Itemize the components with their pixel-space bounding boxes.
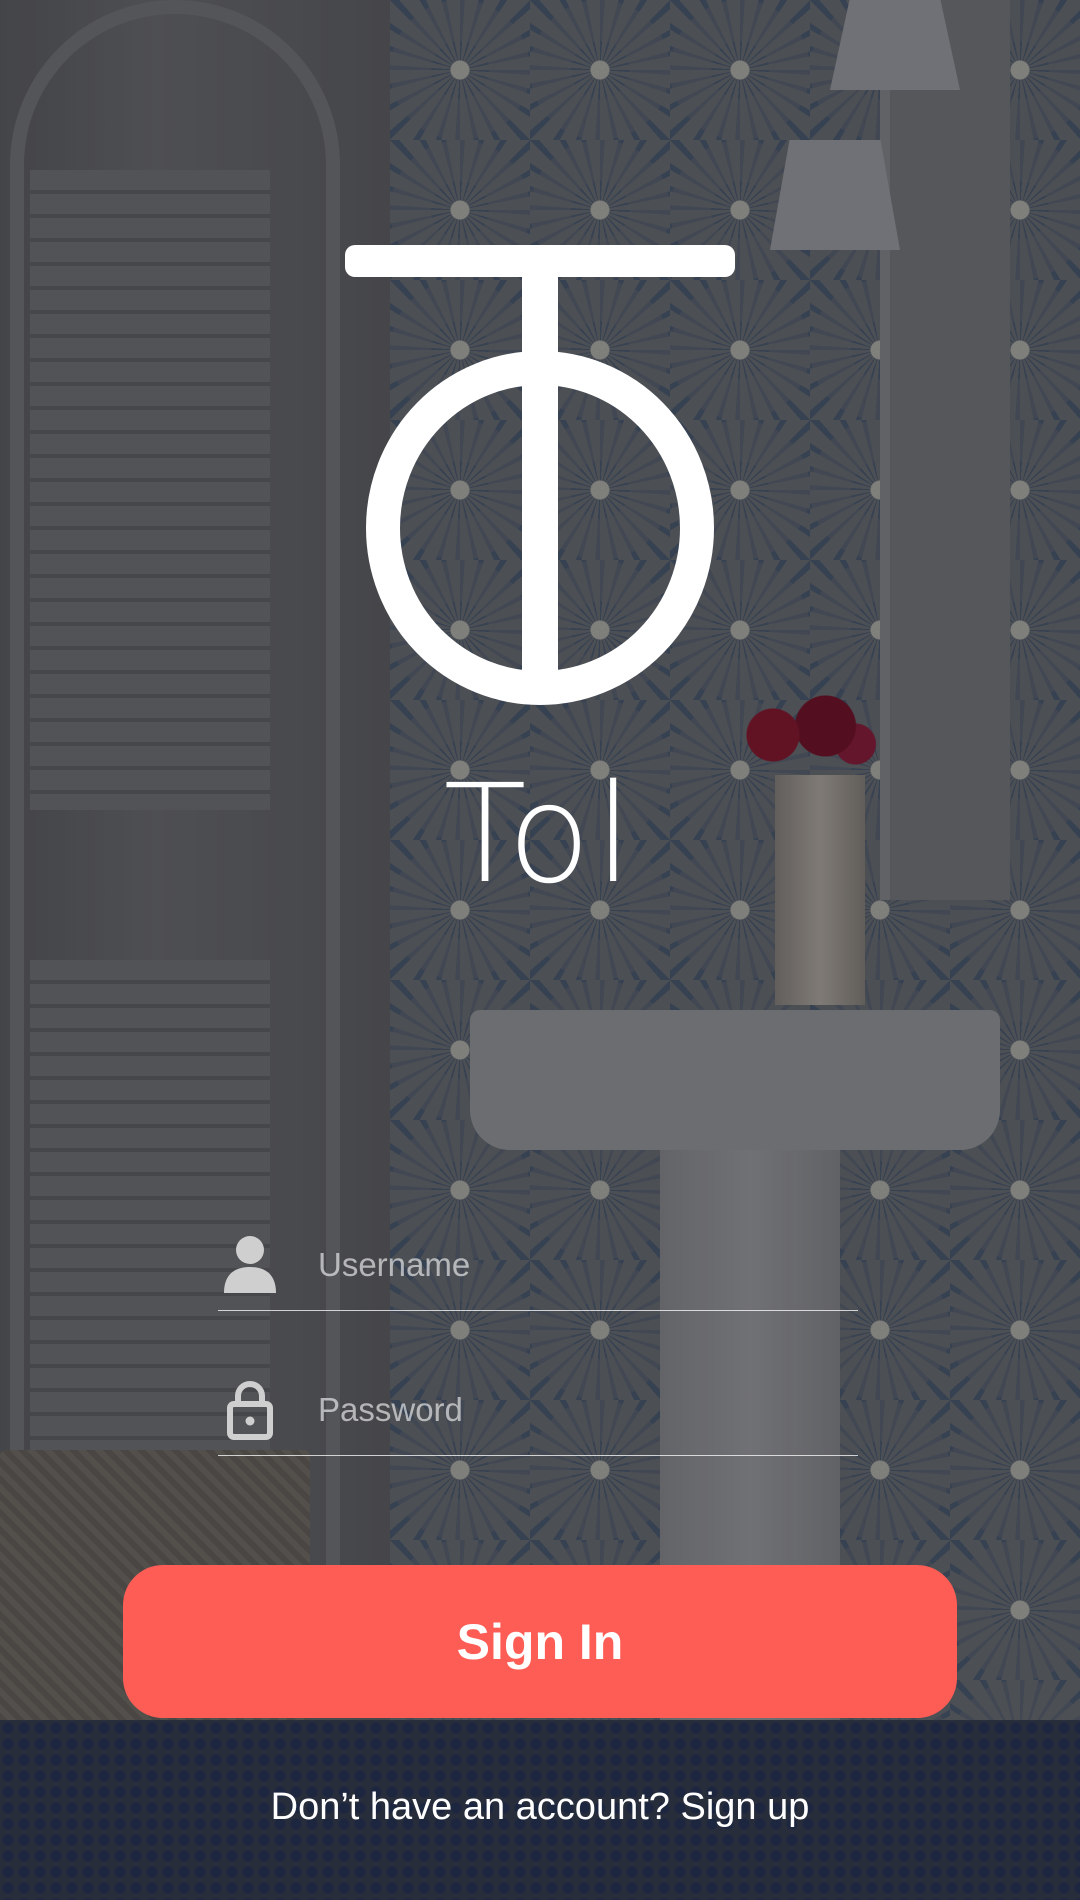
login-screen: Tol Sign In Don’t have an account? Sign … (0, 0, 1080, 1900)
tol-logo-icon (345, 245, 735, 705)
sign-in-button[interactable]: Sign In (123, 1565, 957, 1718)
password-input[interactable] (318, 1365, 838, 1455)
signup-link[interactable]: Sign up (680, 1786, 809, 1828)
lock-icon (218, 1365, 282, 1455)
username-input[interactable] (318, 1220, 838, 1310)
app-title: Tol (443, 756, 637, 914)
user-icon (218, 1220, 282, 1310)
signup-prompt: Don’t have an account? Sign up (0, 1782, 1080, 1832)
username-field-container (218, 1220, 858, 1311)
signup-prompt-text: Don’t have an account? (270, 1786, 681, 1828)
password-field-container (218, 1365, 858, 1456)
